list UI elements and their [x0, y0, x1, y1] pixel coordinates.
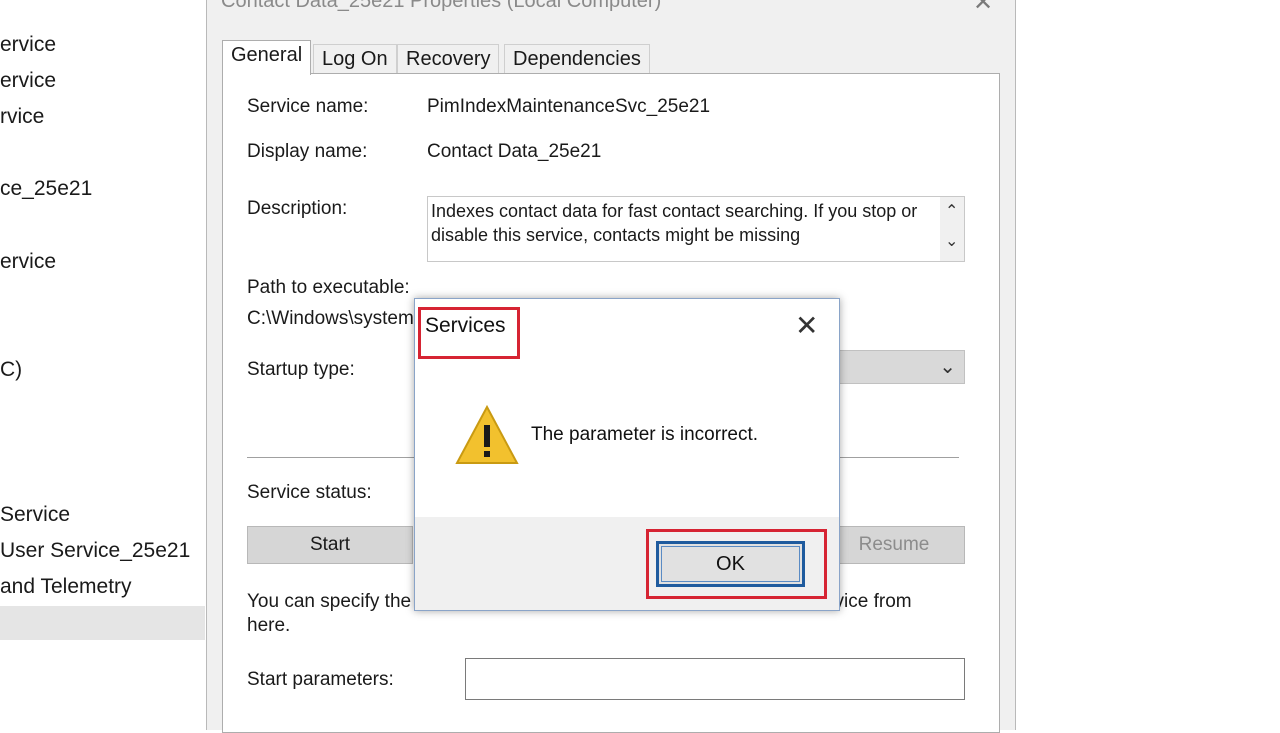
window-title: Contact Data_25e21 Properties (Local Com… [221, 0, 662, 12]
path-label: Path to executable: [247, 277, 410, 298]
services-error-dialog: Services ✕ The parameter is incorrect. O… [414, 298, 840, 611]
tab-log-on[interactable]: Log On [313, 44, 397, 74]
tab-general[interactable]: General [222, 40, 312, 75]
dialog-close-button[interactable]: ✕ [795, 311, 818, 341]
selected-row-highlight [0, 606, 205, 640]
start-params-label: Start parameters: [247, 669, 394, 690]
service-list-item[interactable]: User Service_25e21 [0, 539, 190, 563]
description-text: Indexes contact data for fast contact se… [431, 201, 918, 245]
startup-type-label: Startup type: [247, 359, 355, 380]
start-button[interactable]: Start [247, 526, 413, 564]
ok-button[interactable]: OK [656, 541, 805, 587]
window-close-button[interactable]: ✕ [973, 0, 993, 17]
services-list: ervice ervice rvice ce_25e21 ervice C) S… [0, 0, 205, 719]
service-list-item[interactable]: ervice [0, 250, 56, 274]
chevron-down-icon: ⌄ [939, 356, 956, 378]
service-status-label: Service status: [247, 482, 372, 503]
description-scrollbar[interactable]: ⌃ ⌄ [940, 197, 964, 261]
service-list-item[interactable]: rvice [0, 105, 44, 129]
start-params-input[interactable] [465, 658, 965, 700]
service-name-label: Service name: [247, 96, 369, 117]
scroll-up-icon[interactable]: ⌃ [945, 201, 958, 221]
warning-icon [455, 404, 519, 464]
service-list-item[interactable]: Service [0, 503, 70, 527]
resume-button[interactable]: Resume [823, 526, 965, 564]
tab-recovery[interactable]: Recovery [397, 44, 500, 74]
scroll-down-icon[interactable]: ⌄ [945, 231, 958, 251]
startup-type-select[interactable]: ⌄ [823, 350, 965, 384]
service-list-item[interactable]: ervice [0, 33, 56, 57]
tab-dependencies[interactable]: Dependencies [504, 44, 650, 74]
service-list-item[interactable]: ce_25e21 [0, 177, 92, 201]
display-name-label: Display name: [247, 141, 368, 162]
service-name-value: PimIndexMaintenanceSvc_25e21 [427, 96, 711, 117]
service-list-item[interactable]: and Telemetry [0, 575, 132, 599]
description-label: Description: [247, 198, 348, 219]
dialog-title: Services [425, 314, 506, 337]
display-name-value: Contact Data_25e21 [427, 141, 602, 162]
service-list-item[interactable]: C) [0, 358, 22, 382]
dialog-message: The parameter is incorrect. [531, 424, 759, 445]
path-value: C:\Windows\system [247, 308, 414, 329]
description-field[interactable]: Indexes contact data for fast contact se… [427, 196, 965, 262]
service-list-item[interactable]: ervice [0, 69, 56, 93]
